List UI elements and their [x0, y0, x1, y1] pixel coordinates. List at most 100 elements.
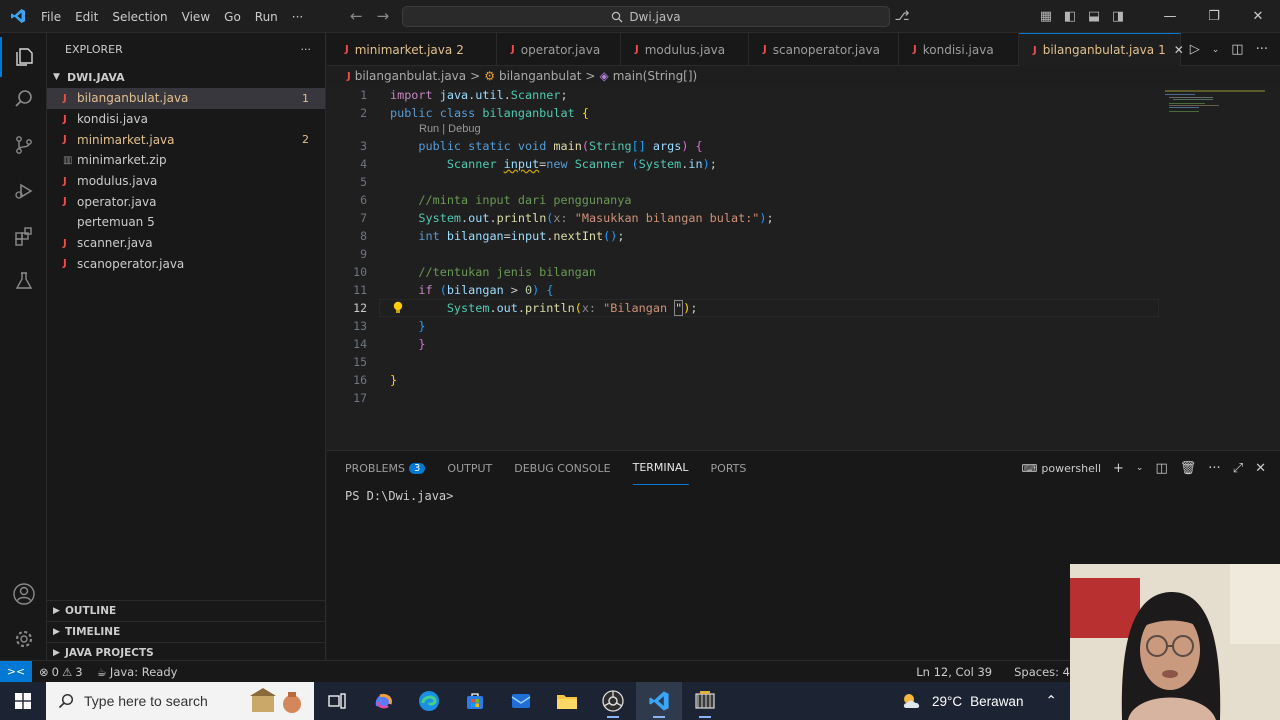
code-line: 15 [327, 353, 1157, 371]
tab-scanoperator[interactable]: J scanoperator.java [749, 33, 899, 66]
timeline-section[interactable]: ▶ TIMELINE [47, 621, 326, 642]
menu-selection[interactable]: Selection [105, 10, 174, 24]
settings-gear-icon[interactable] [0, 619, 47, 659]
tab-operator[interactable]: J operator.java [497, 33, 621, 66]
mail-app-icon[interactable] [498, 682, 544, 720]
tab-problems[interactable]: PROBLEMS 3 [345, 451, 426, 485]
tab-kondisi[interactable]: J kondisi.java [899, 33, 1019, 66]
task-view-icon[interactable] [314, 682, 360, 720]
close-window-icon[interactable]: ✕ [1236, 9, 1280, 24]
remote-indicator-icon[interactable]: >< [0, 660, 32, 683]
run-icon[interactable]: ▷ [1190, 42, 1200, 57]
outline-section[interactable]: ▶ OUTLINE [47, 600, 326, 621]
weather-widget[interactable]: 29°C Berawan ⌃ [900, 682, 1057, 720]
copilot-app-icon[interactable] [360, 682, 406, 720]
customize-layout-icon[interactable]: ▦ [1034, 9, 1058, 24]
explorer-more-icon[interactable]: ··· [301, 43, 312, 56]
menu-run[interactable]: Run [248, 10, 285, 24]
chevron-up-icon[interactable]: ⌃ [1045, 693, 1056, 709]
tab-output[interactable]: OUTPUT [447, 451, 492, 485]
windows-start-icon[interactable] [0, 682, 46, 720]
class-icon: ⚙ [484, 69, 495, 83]
java-status[interactable]: ☕ Java: Ready [90, 665, 185, 679]
microsoft-store-icon[interactable] [452, 682, 498, 720]
menu-file[interactable]: File [34, 10, 68, 24]
video-editor-icon[interactable] [682, 682, 728, 720]
tab-minimarket[interactable]: J minimarket.java 2 [327, 33, 497, 66]
maximize-panel-icon[interactable]: ⤢ [1233, 461, 1243, 476]
file-item[interactable]: J minimarket.java 2 [47, 129, 325, 150]
more-actions-icon[interactable]: ··· [1256, 42, 1268, 57]
forward-arrow-icon[interactable]: → [377, 7, 390, 25]
weather-condition: Berawan [970, 693, 1024, 709]
vscode-taskbar-icon[interactable] [636, 682, 682, 720]
file-item[interactable]: J modulus.java [47, 171, 325, 192]
breadcrumb-class[interactable]: bilanganbulat [499, 69, 581, 83]
tab-ports[interactable]: PORTS [711, 451, 747, 485]
toggle-panel-icon[interactable]: ⬓ [1082, 9, 1106, 24]
close-panel-icon[interactable]: ✕ [1255, 461, 1266, 476]
file-item[interactable]: pertemuan 5 [47, 212, 325, 233]
split-editor-icon[interactable]: ◫ [1231, 42, 1243, 57]
file-item[interactable]: J scanoperator.java [47, 254, 325, 275]
file-item[interactable]: J scanner.java [47, 233, 325, 254]
minimap[interactable] [1165, 86, 1265, 126]
code-editor[interactable]: 1 import java.util.Scanner; 2 public cla… [327, 86, 1280, 450]
minimize-icon[interactable]: — [1148, 9, 1192, 24]
testing-icon[interactable] [0, 261, 47, 301]
terminal-shell-selector[interactable]: ⌨ powershell [1022, 462, 1101, 475]
tab-label: scanoperator.java [772, 42, 881, 57]
source-control-icon[interactable] [0, 125, 47, 165]
new-terminal-icon[interactable]: + [1113, 461, 1124, 476]
edge-browser-icon[interactable] [406, 682, 452, 720]
explorer-title: EXPLORER [65, 43, 123, 56]
tab-modulus[interactable]: J modulus.java [621, 33, 749, 66]
menu-view[interactable]: View [175, 10, 217, 24]
indentation[interactable]: Spaces: 4 [1014, 665, 1070, 679]
breadcrumb-file[interactable]: bilanganbulat.java [355, 69, 466, 83]
code-line: 1 import java.util.Scanner; [327, 86, 1157, 104]
code-text: } [418, 337, 426, 351]
run-debug-codelens[interactable]: Run | Debug [419, 123, 481, 137]
problems-status[interactable]: ⊗ 0 ⚠ 3 [32, 665, 90, 679]
explorer-icon[interactable] [0, 37, 47, 77]
code-line: 9 [327, 245, 1157, 263]
menu-more[interactable]: ··· [285, 10, 310, 24]
terminal-prompt[interactable]: PS D:\Dwi.java> [345, 489, 453, 503]
tab-debug-console[interactable]: DEBUG CONSOLE [514, 451, 610, 485]
search-view-icon[interactable] [0, 79, 47, 119]
more-actions-icon[interactable]: ··· [1208, 461, 1220, 476]
chrome-browser-icon[interactable] [590, 682, 636, 720]
menu-go[interactable]: Go [217, 10, 248, 24]
split-terminal-icon[interactable]: ◫ [1155, 461, 1167, 476]
file-item[interactable]: J operator.java [47, 191, 325, 212]
trash-icon[interactable]: 🗑 [1180, 461, 1197, 476]
taskbar-search-box[interactable]: Type here to search [46, 682, 314, 720]
copilot-icon[interactable]: ⎇ [890, 9, 914, 24]
breadcrumb-method[interactable]: main(String[]) [613, 69, 698, 83]
file-item[interactable]: J kondisi.java [47, 109, 325, 130]
tab-bilanganbulat[interactable]: J bilanganbulat.java 1 ✕ [1019, 33, 1184, 66]
toggle-secondary-sidebar-icon[interactable]: ◨ [1106, 9, 1130, 24]
command-center-search[interactable]: Dwi.java [402, 6, 890, 27]
tab-terminal[interactable]: TERMINAL [632, 451, 689, 485]
maximize-icon[interactable]: ❐ [1192, 9, 1236, 24]
chevron-down-icon[interactable]: ⌄ [1136, 463, 1144, 473]
close-tab-icon[interactable]: ✕ [1174, 43, 1184, 57]
file-explorer-icon[interactable] [544, 682, 590, 720]
back-arrow-icon[interactable]: ← [350, 7, 363, 25]
toggle-sidebar-icon[interactable]: ◧ [1058, 9, 1082, 24]
cursor-position[interactable]: Ln 12, Col 39 [916, 665, 992, 679]
chevron-down-icon[interactable]: ⌄ [1212, 45, 1220, 55]
menu-edit[interactable]: Edit [68, 10, 105, 24]
panel-actions: ⌨ powershell + ⌄ ◫ 🗑 ··· ⤢ ✕ [1022, 451, 1266, 485]
workspace-folder[interactable]: ▼ DWI.JAVA [47, 66, 325, 88]
extensions-icon[interactable] [0, 216, 47, 256]
run-debug-icon[interactable] [0, 171, 47, 211]
file-item[interactable]: J bilanganbulat.java 1 [47, 88, 325, 109]
file-item[interactable]: ▥ minimarket.zip [47, 150, 325, 171]
java-status-text: Java: Ready [109, 664, 178, 679]
line-number: 6 [360, 193, 367, 207]
accounts-icon[interactable] [0, 574, 47, 614]
java-file-icon: J [63, 196, 67, 208]
